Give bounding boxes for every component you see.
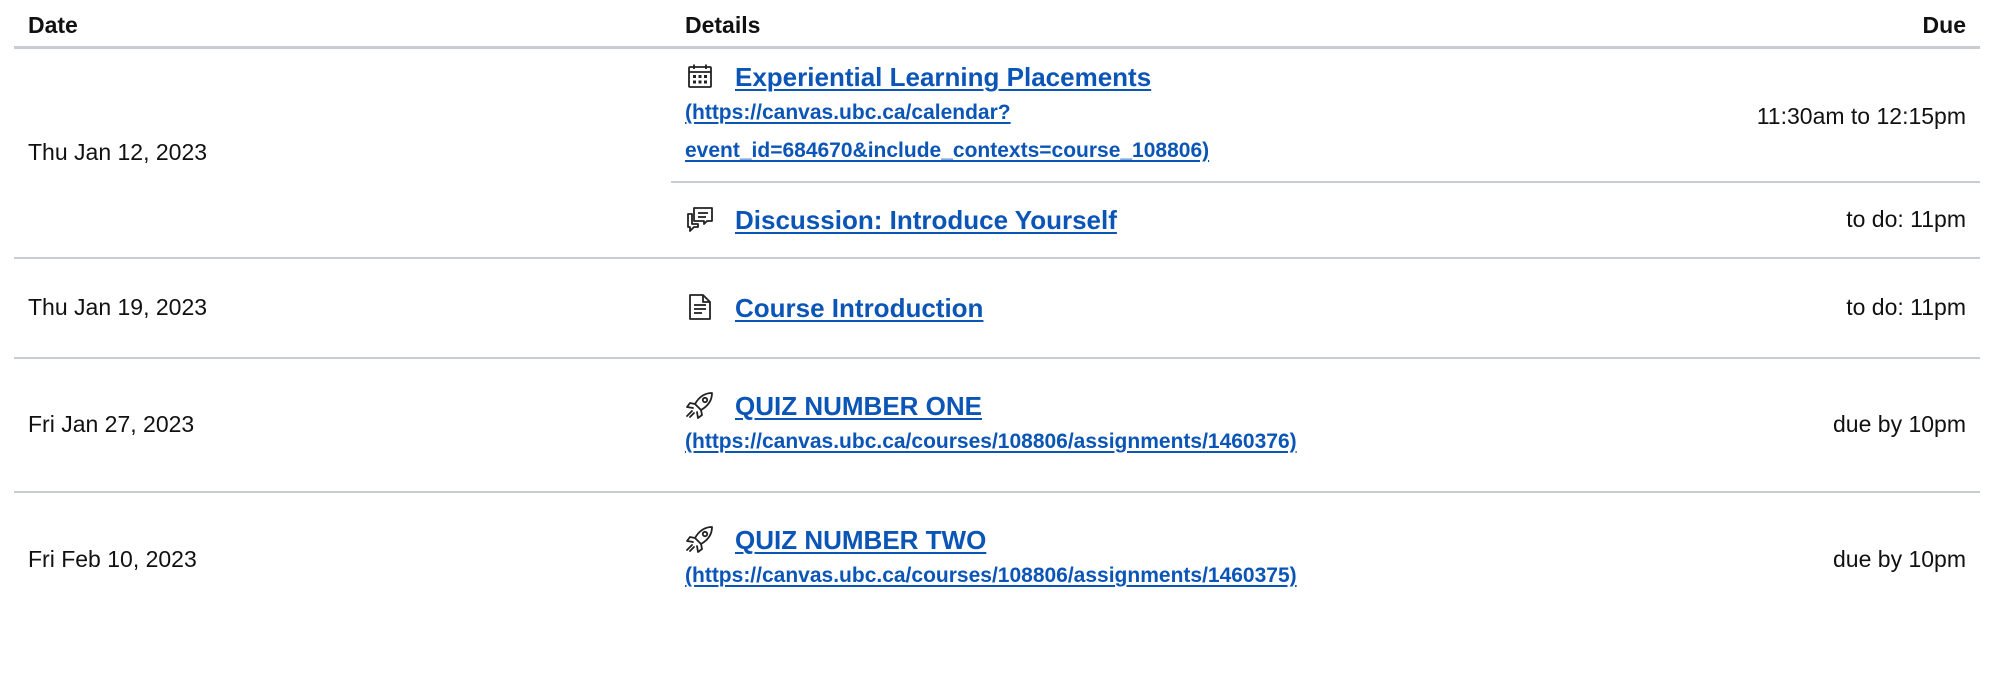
row-details: Discussion: Introduce Yourself bbox=[671, 181, 1680, 259]
row-date: Fri Jan 27, 2023 bbox=[14, 357, 671, 493]
row-details: Experiential Learning Placements (https:… bbox=[671, 47, 1680, 183]
details-column-header: Details bbox=[671, 4, 1680, 49]
quiz-url-link[interactable]: (https://canvas.ubc.ca/courses/108806/as… bbox=[685, 423, 1735, 461]
page-link-course-introduction[interactable]: Course Introduction bbox=[735, 293, 983, 323]
quiz-link-quiz-number-one[interactable]: QUIZ NUMBER ONE bbox=[735, 391, 982, 421]
course-summary: Date Details Due Thu Jan 12, 2023 Experi… bbox=[0, 0, 1991, 687]
event-url-link-line2[interactable]: event_id=684670&include_contexts=course_… bbox=[685, 132, 1375, 170]
due-column-header: Due bbox=[1680, 4, 1980, 49]
row-due: 11:30am to 12:15pm bbox=[1680, 47, 1980, 183]
row-details: QUIZ NUMBER ONE (https://canvas.ubc.ca/c… bbox=[671, 357, 1680, 493]
discussion-icon bbox=[685, 204, 715, 234]
row-due: to do: 11pm bbox=[1680, 181, 1980, 259]
event-link-experiential-learning[interactable]: Experiential Learning Placements bbox=[735, 62, 1151, 92]
quiz-link-quiz-number-two[interactable]: QUIZ NUMBER TWO bbox=[735, 525, 986, 555]
header-row: Date Details Due bbox=[14, 4, 1980, 49]
table-row: Fri Feb 10, 2023 QUIZ NUMBER TWO (https:… bbox=[14, 492, 1980, 626]
calendar-icon bbox=[685, 61, 715, 91]
row-date: Thu Jan 12, 2023 bbox=[14, 47, 671, 259]
quiz-rocket-icon bbox=[685, 390, 715, 420]
discussion-link-introduce-yourself[interactable]: Discussion: Introduce Yourself bbox=[735, 205, 1117, 235]
row-details: Course Introduction bbox=[671, 257, 1680, 359]
table-row: Thu Jan 19, 2023 Course Introduction to … bbox=[14, 257, 1980, 359]
row-due: to do: 11pm bbox=[1680, 257, 1980, 359]
row-date: Fri Feb 10, 2023 bbox=[28, 545, 197, 572]
quiz-url-link[interactable]: (https://canvas.ubc.ca/courses/108806/as… bbox=[685, 557, 1735, 595]
syllabus-table: Date Details Due Thu Jan 12, 2023 Experi… bbox=[14, 4, 1980, 626]
event-url-link-line1[interactable]: (https://canvas.ubc.ca/calendar? bbox=[685, 94, 1375, 132]
date-column-header: Date bbox=[14, 4, 671, 49]
document-icon bbox=[685, 292, 715, 322]
row-details: QUIZ NUMBER TWO (https://canvas.ubc.ca/c… bbox=[671, 492, 1680, 626]
table-row: Thu Jan 12, 2023 Experiential Learning P… bbox=[14, 47, 1980, 259]
row-date: Thu Jan 19, 2023 bbox=[14, 257, 671, 359]
quiz-rocket-icon bbox=[685, 524, 715, 554]
table-row: Fri Jan 27, 2023 QUIZ NUMBER ONE (https:… bbox=[14, 357, 1980, 493]
